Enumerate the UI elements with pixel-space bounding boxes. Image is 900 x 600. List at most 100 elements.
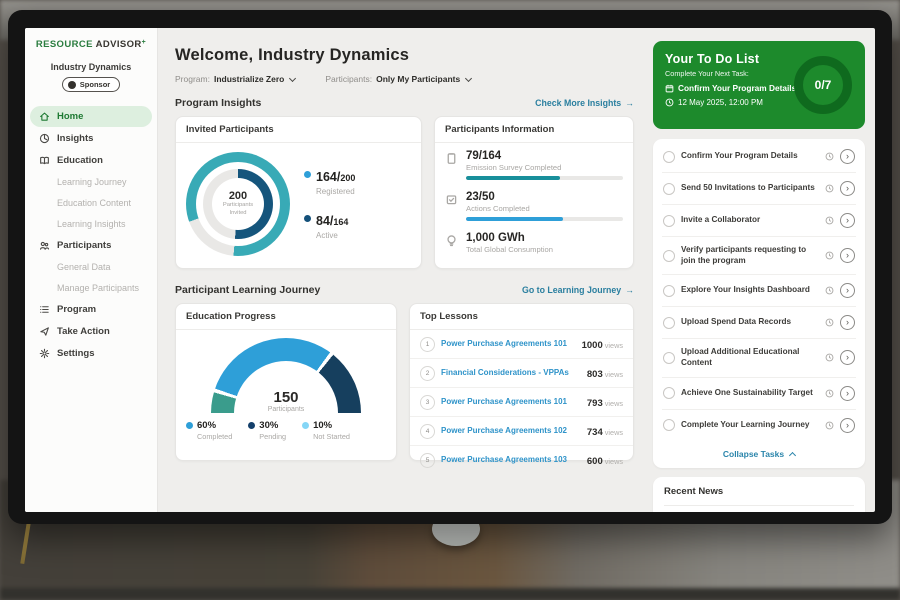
task-checkbox[interactable] [663, 419, 675, 431]
task-checkbox[interactable] [663, 317, 675, 329]
task-row[interactable]: Upload Additional Educational Content› [662, 339, 856, 377]
task-chevron-button[interactable]: › [840, 149, 855, 164]
sidebar-item-program[interactable]: Program [25, 299, 157, 320]
task-row[interactable]: Send 50 Invitations to Participants › [662, 173, 856, 205]
invited-center-label: Participants Invited [218, 202, 258, 217]
chevron-down-icon [465, 74, 472, 81]
task-chevron-button[interactable]: › [840, 350, 855, 365]
task-chevron-button[interactable]: › [840, 386, 855, 401]
info-stat: 79/164Emission Survey Completed [466, 150, 623, 180]
sidebar-item-home[interactable]: Home [30, 106, 152, 127]
sidebar-item-label: General Data [57, 262, 111, 272]
legend-dot-icon [304, 215, 311, 222]
task-checkbox[interactable] [663, 183, 675, 195]
legend-value: 84/164 [316, 212, 348, 230]
filter-bar: Program: Industrialize Zero Participants… [175, 74, 634, 84]
task-checkbox[interactable] [663, 352, 675, 364]
gauge-legend-label: Completed [197, 432, 232, 441]
sidebar-item-education-content[interactable]: Education Content [25, 193, 157, 213]
sidebar-item-insights[interactable]: Insights [25, 128, 157, 149]
task-checkbox[interactable] [663, 285, 675, 297]
sidebar-item-settings[interactable]: Settings [25, 343, 157, 364]
lesson-views: 734views [587, 422, 623, 440]
app-logo: RESOURCE ADVISOR+ [25, 39, 157, 50]
task-checkbox[interactable] [663, 387, 675, 399]
task-row[interactable]: Confirm Your Program Details › [662, 141, 856, 173]
task-chevron-button[interactable]: › [840, 315, 855, 330]
sidebar-item-manage-participants[interactable]: Manage Participants [25, 278, 157, 298]
task-chevron-button[interactable]: › [840, 418, 855, 433]
lesson-link[interactable]: Power Purchase Agreements 102 [441, 426, 581, 436]
top-lessons-card: Top Lessons 1Power Purchase Agreements 1… [409, 303, 634, 461]
invited-participants-card: Invited Participants 200 Participants In… [175, 116, 422, 269]
clock-icon [825, 216, 834, 225]
calendar-icon [665, 84, 674, 93]
lesson-row[interactable]: 3Power Purchase Agreements 101793views [410, 387, 633, 416]
education-progress-card: Education Progress 150 Participants 60%C… [175, 303, 397, 461]
education-gauge-legend: 60%Completed30%Pending10%Not Started [176, 413, 396, 441]
task-label: Confirm Your Program Details [681, 151, 819, 162]
lesson-link[interactable]: Power Purchase Agreements 101 [441, 397, 581, 407]
sidebar-item-take-action[interactable]: Take Action [25, 321, 157, 342]
lesson-link[interactable]: Financial Considerations - VPPAs [441, 368, 581, 378]
lesson-row[interactable]: 1Power Purchase Agreements 1011000views [410, 330, 633, 358]
sidebar-item-learning-journey[interactable]: Learning Journey [25, 172, 157, 192]
task-row[interactable]: Complete Your Learning Journey› [662, 410, 856, 441]
sidebar-item-label: Manage Participants [57, 283, 139, 293]
lesson-row[interactable]: 4Power Purchase Agreements 102734views [410, 416, 633, 445]
task-label: Achieve One Sustainability Target [681, 388, 819, 399]
sponsor-badge: Sponsor [62, 77, 120, 92]
sidebar-item-label: Learning Insights [57, 219, 126, 229]
clock-icon [825, 353, 834, 362]
page-title: Welcome, Industry Dynamics [175, 46, 634, 65]
task-label: Send 50 Invitations to Participants [681, 183, 819, 194]
sidebar-item-participants[interactable]: Participants [25, 235, 157, 256]
task-checkbox[interactable] [663, 250, 675, 262]
program-select[interactable]: Program: Industrialize Zero [175, 74, 295, 84]
collapse-tasks-link[interactable]: Collapse Tasks [662, 441, 856, 466]
sidebar-item-general-data[interactable]: General Data [25, 257, 157, 277]
lesson-row[interactable]: 2Financial Considerations - VPPAs803view… [410, 358, 633, 387]
task-label: Invite a Collaborator [681, 215, 819, 226]
info-stat-row: 79/164Emission Survey Completed [435, 143, 633, 184]
education-progress-card-title: Education Progress [176, 304, 396, 330]
gauge-legend-value: 60% [186, 420, 232, 431]
task-chevron-button[interactable]: › [840, 213, 855, 228]
lesson-link[interactable]: Power Purchase Agreements 101 [441, 339, 576, 349]
home-icon [39, 111, 50, 122]
arrow-right-icon: → [625, 98, 634, 108]
task-row[interactable]: Achieve One Sustainability Target › [662, 378, 856, 410]
lesson-row[interactable]: 5Power Purchase Agreements 103600views [410, 445, 633, 474]
task-chevron-button[interactable]: › [840, 181, 855, 196]
progress-bar [466, 217, 623, 221]
lesson-rank: 3 [420, 395, 435, 410]
lesson-views: 1000views [582, 335, 623, 353]
progress-bar-fill [466, 176, 560, 180]
task-row[interactable]: Explore Your Insights Dashboard › [662, 275, 856, 307]
check-more-insights-link[interactable]: Check More Insights → [535, 98, 634, 108]
consumption-icon [445, 234, 458, 254]
lesson-link[interactable]: Power Purchase Agreements 103 [441, 455, 581, 465]
sidebar-item-label: Education Content [57, 198, 131, 208]
task-chevron-button[interactable]: › [840, 283, 855, 298]
task-checkbox[interactable] [663, 151, 675, 163]
participants-select[interactable]: Participants: Only My Participants [325, 74, 471, 84]
task-chevron-button[interactable]: › [840, 248, 855, 263]
task-row[interactable]: Upload Spend Data Records› [662, 307, 856, 339]
sidebar-nav: HomeInsightsEducationLearning Journey Edu… [25, 106, 157, 364]
take-action-icon [39, 326, 50, 337]
legend-text: 164/200Registered [316, 168, 355, 196]
main-content: Welcome, Industry Dynamics Program: Indu… [158, 28, 647, 512]
sidebar-item-learning-insights[interactable]: Learning Insights [25, 214, 157, 234]
go-to-learning-journey-link[interactable]: Go to Learning Journey → [522, 285, 634, 295]
sidebar-item-education[interactable]: Education [25, 150, 157, 171]
settings-icon [39, 348, 50, 359]
gauge-legend-value: 10% [302, 420, 350, 431]
task-checkbox[interactable] [663, 215, 675, 227]
task-row[interactable]: Invite a Collaborator › [662, 205, 856, 237]
clock-icon [825, 389, 834, 398]
task-label: Explore Your Insights Dashboard [681, 285, 819, 296]
recent-news-card: Recent News [653, 477, 865, 512]
logo-secondary: ADVISOR [96, 39, 142, 50]
task-row[interactable]: Verify participants requesting to join t… [662, 237, 856, 275]
